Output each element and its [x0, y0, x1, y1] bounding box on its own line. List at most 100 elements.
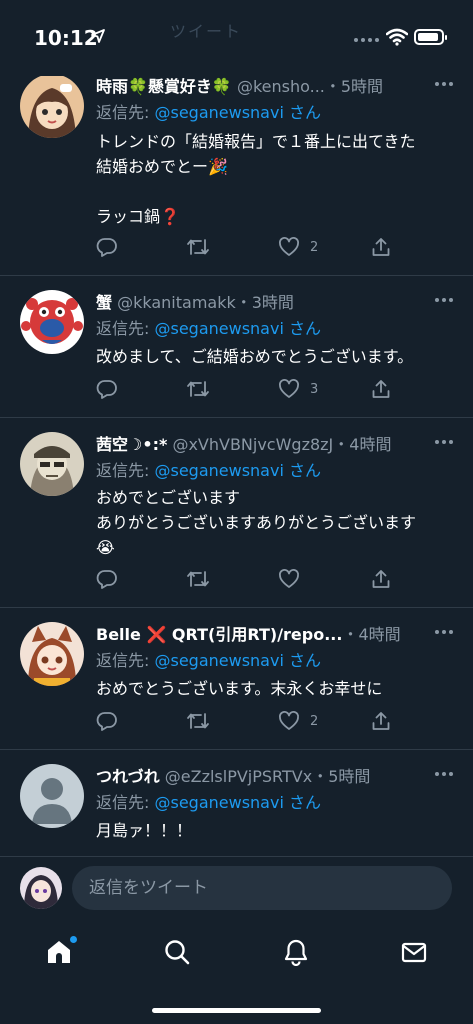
status-bar: ツイート 10:12 — [0, 0, 473, 76]
reply-icon — [96, 380, 117, 399]
tweet-time: ・4時間 — [342, 625, 401, 644]
display-name[interactable]: Belle ❌ QRT(引用RT)/repo... — [96, 625, 342, 644]
tweet-actions — [96, 568, 396, 592]
retweet-button[interactable] — [186, 378, 210, 400]
mention-link[interactable]: @seganewsnavi — [154, 461, 283, 480]
user-handle[interactable]: @xVhVBNjvcWgz8zJ — [172, 435, 333, 454]
display-name[interactable]: つれづれ — [96, 767, 160, 786]
reply-button[interactable] — [96, 236, 118, 258]
reply-to-suffix: さん — [283, 651, 321, 670]
mention-link[interactable]: @seganewsnavi — [154, 319, 283, 338]
reply-button[interactable] — [96, 378, 118, 400]
retweet-button[interactable] — [186, 236, 210, 258]
retweet-icon — [187, 381, 209, 397]
reply-to-line: 返信先: @seganewsnavi さん — [96, 647, 321, 671]
share-button[interactable] — [370, 236, 392, 258]
share-button[interactable] — [370, 378, 392, 400]
reply-input[interactable]: 返信をツイート — [72, 866, 452, 910]
scrolled-header-ghost: ツイート — [170, 22, 243, 41]
tweet-actions: 2 — [96, 710, 396, 734]
reply-icon — [96, 238, 117, 257]
search-icon — [165, 940, 190, 965]
tab-search[interactable] — [157, 932, 197, 972]
bell-icon — [284, 939, 308, 966]
mail-icon — [401, 942, 427, 963]
display-name[interactable]: 茜空☽•:* — [96, 435, 167, 454]
mention-link[interactable]: @seganewsnavi — [154, 793, 283, 812]
tweet-time: ・3時間 — [235, 293, 294, 312]
tweet-text: おめでとございます ありがとうございますありがとうございます 😭 — [96, 488, 417, 557]
share-icon — [372, 712, 390, 730]
user-handle[interactable]: @kkanitamakk — [117, 293, 236, 312]
heart-icon — [279, 711, 299, 730]
reply-to-line: 返信先: @seganewsnavi さん — [96, 457, 321, 481]
tweet[interactable]: Belle ❌ QRT(引用RT)/repo...・4時間 返信先: @sega… — [0, 608, 473, 750]
avatar[interactable] — [20, 432, 84, 496]
tweet-text: おめでとうございます。末永くお幸せに — [96, 679, 383, 698]
retweet-button[interactable] — [186, 710, 210, 732]
clock: 10:12 — [34, 26, 98, 50]
tweet[interactable]: 蟹 @kkanitamakk・3時間 返信先: @seganewsnavi さん… — [0, 276, 473, 418]
tab-home[interactable] — [39, 932, 79, 972]
like-count: 2 — [310, 239, 319, 255]
tweet-text: トレンドの「結婚報告」で１番上に出てきた 結婚おめでとー🎉 ラッコ鍋❓ — [96, 132, 416, 226]
retweet-button[interactable] — [186, 568, 210, 590]
my-avatar[interactable] — [20, 867, 62, 909]
location-arrow-icon — [91, 29, 105, 43]
reply-to-label: 返信先: — [96, 103, 155, 122]
share-icon — [372, 238, 390, 256]
like-button[interactable]: 3 — [278, 378, 318, 400]
avatar[interactable] — [20, 290, 84, 354]
reply-button[interactable] — [96, 568, 118, 590]
tweet-header: 時雨🍀懸賞好き🍀 @kensho...・5時間 — [96, 73, 417, 97]
battery-icon — [414, 29, 447, 45]
tweet[interactable]: つれづれ @eZzlslPVjPSRTVx・5時間 返信先: @seganews… — [0, 750, 473, 856]
avatar[interactable] — [20, 74, 84, 138]
wifi-icon — [386, 28, 408, 46]
tweet-time: ・4時間 — [333, 435, 392, 454]
more-options-icon[interactable] — [435, 82, 453, 86]
replies-timeline[interactable]: 時雨🍀懸賞好き🍀 @kensho...・5時間 返信先: @seganewsna… — [0, 62, 473, 856]
retweet-icon — [187, 713, 209, 729]
reply-composer-bar: 返信をツイート — [0, 856, 473, 918]
display-name[interactable]: 蟹 — [96, 293, 112, 312]
avatar[interactable] — [20, 622, 84, 686]
tab-messages[interactable] — [394, 932, 434, 972]
share-icon — [372, 380, 390, 398]
more-options-icon[interactable] — [435, 630, 453, 634]
more-options-icon[interactable] — [435, 440, 453, 444]
user-handle[interactable]: @kensho... — [237, 77, 325, 96]
avatar[interactable] — [20, 764, 84, 828]
reply-to-suffix: さん — [283, 103, 321, 122]
user-handle[interactable]: @eZzlslPVjPSRTVx — [165, 767, 312, 786]
tweet[interactable]: 茜空☽•:* @xVhVBNjvcWgz8zJ・4時間 返信先: @segane… — [0, 418, 473, 608]
mention-link[interactable]: @seganewsnavi — [154, 651, 283, 670]
mention-link[interactable]: @seganewsnavi — [154, 103, 283, 122]
reply-button[interactable] — [96, 710, 118, 732]
like-button[interactable]: 2 — [278, 710, 318, 732]
tweet-time: ・5時間 — [324, 77, 384, 96]
home-indicator — [152, 1008, 321, 1013]
heart-icon — [279, 569, 299, 588]
more-options-icon[interactable] — [435, 772, 453, 776]
like-button[interactable] — [278, 568, 310, 590]
tab-notifications[interactable] — [276, 932, 316, 972]
display-name[interactable]: 時雨🍀懸賞好き🍀 — [96, 77, 232, 96]
reply-to-suffix: さん — [283, 319, 321, 338]
retweet-icon — [187, 571, 209, 587]
reply-to-line: 返信先: @seganewsnavi さん — [96, 99, 321, 123]
tweet-header: つれづれ @eZzlslPVjPSRTVx・5時間 — [96, 763, 417, 787]
share-button[interactable] — [370, 710, 392, 732]
more-options-icon[interactable] — [435, 298, 453, 302]
tweet[interactable]: 時雨🍀懸賞好き🍀 @kensho...・5時間 返信先: @seganewsna… — [0, 62, 473, 276]
reply-to-line: 返信先: @seganewsnavi さん — [96, 315, 321, 339]
tweet-header: 蟹 @kkanitamakk・3時間 — [96, 289, 417, 313]
share-button[interactable] — [370, 568, 392, 590]
retweet-icon — [187, 239, 209, 255]
share-icon — [372, 570, 390, 588]
like-count: 2 — [310, 713, 319, 729]
tweet-actions: 2 — [96, 236, 396, 260]
tweet-time: ・5時間 — [312, 767, 371, 786]
reply-to-suffix: さん — [283, 793, 321, 812]
like-button[interactable]: 2 — [278, 236, 318, 258]
